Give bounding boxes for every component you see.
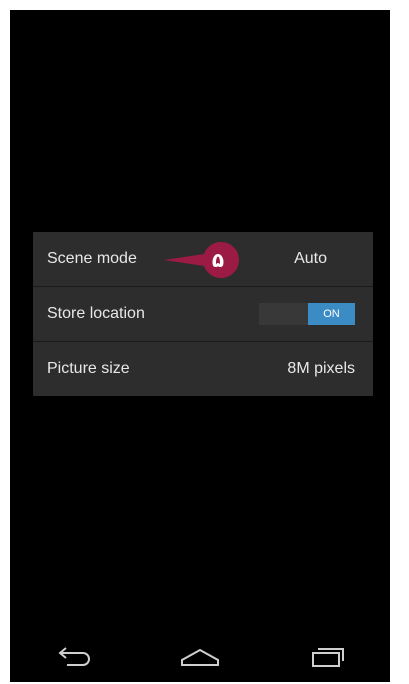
picture-size-setting[interactable]: Picture size 8M pixels	[33, 341, 373, 395]
store-location-toggle[interactable]: ON	[259, 302, 355, 325]
back-button[interactable]	[43, 637, 103, 677]
recent-apps-icon	[311, 648, 344, 667]
picture-size-label: Picture size	[47, 359, 130, 377]
toggle-on-label: ON	[308, 302, 355, 325]
store-location-label: Store location	[47, 304, 145, 322]
navigation-bar	[10, 632, 390, 682]
scene-mode-value: Auto	[294, 250, 327, 267]
picture-size-value: 8M pixels	[287, 359, 355, 377]
recent-apps-button[interactable]	[297, 637, 357, 677]
callout-number: ۵	[211, 248, 225, 272]
scene-mode-label: Scene mode	[47, 250, 137, 267]
home-button[interactable]	[170, 637, 230, 677]
home-icon	[180, 648, 219, 666]
back-icon	[58, 647, 91, 666]
store-location-setting[interactable]: Store location ON	[33, 286, 373, 340]
